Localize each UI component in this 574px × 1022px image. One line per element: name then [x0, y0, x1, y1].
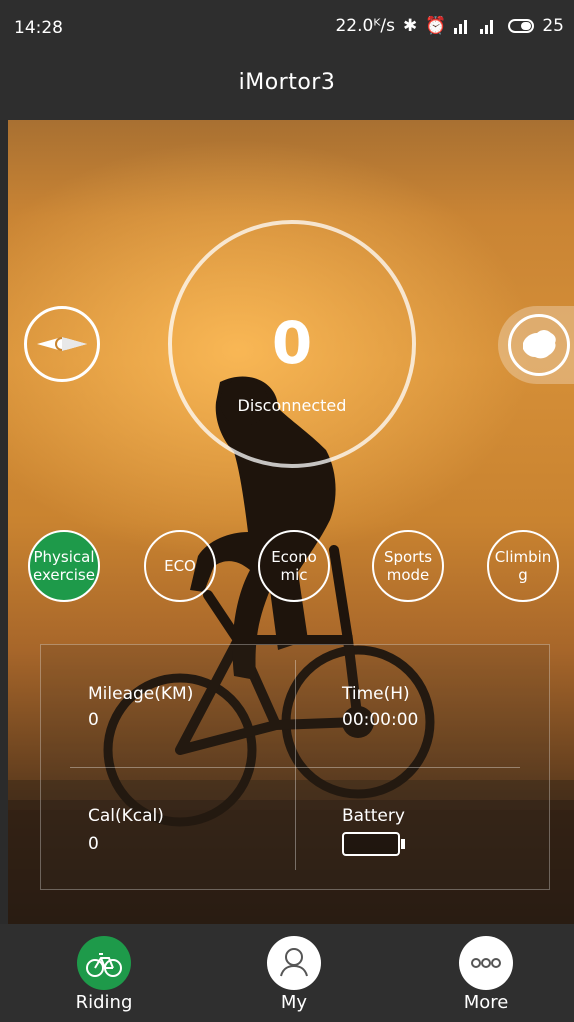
- compass-icon: [37, 337, 87, 351]
- mode-eco[interactable]: ECO: [144, 530, 216, 602]
- nav-riding[interactable]: Riding: [44, 924, 164, 1022]
- mode-label: Physical exercise: [33, 548, 95, 584]
- china-map-icon: [523, 330, 556, 359]
- mileage-label: Mileage(KM): [88, 684, 194, 704]
- mode-label: Climbin g: [494, 548, 552, 584]
- nav-my[interactable]: My: [234, 924, 354, 1022]
- compass-button[interactable]: [24, 306, 100, 382]
- network-speed: 22.0ᴷ/s: [335, 16, 395, 36]
- nav-more[interactable]: More: [426, 924, 546, 1022]
- speed-value: 0: [271, 309, 313, 377]
- person-icon: [267, 936, 321, 990]
- bottom-nav: Riding My More: [0, 924, 574, 1022]
- bluetooth-icon: ✱: [402, 16, 418, 36]
- calories-value: 0: [88, 834, 99, 854]
- battery-gauge-icon: [342, 832, 405, 856]
- map-button[interactable]: [508, 314, 570, 376]
- nav-label: My: [280, 992, 308, 1013]
- mode-climbing[interactable]: Climbin g: [487, 530, 559, 602]
- mode-economic[interactable]: Econo mic: [258, 530, 330, 602]
- status-bar: 14:28 22.0ᴷ/s ✱ ⏰ 25: [0, 0, 574, 56]
- time-value: 00:00:00: [342, 710, 419, 730]
- mode-label: ECO: [164, 557, 196, 575]
- title-bar: iMortor3: [0, 56, 574, 120]
- app-screen: 14:28 22.0ᴷ/s ✱ ⏰ 25 iMortor3 0 Disconne…: [0, 0, 574, 1022]
- status-indicators: 22.0ᴷ/s ✱ ⏰ 25: [335, 16, 564, 36]
- calories-label: Cal(Kcal): [88, 806, 164, 826]
- mileage-value: 0: [88, 710, 99, 730]
- signal-icon: [454, 20, 494, 34]
- stats-divider: [295, 660, 296, 870]
- battery-label: Battery: [342, 806, 405, 826]
- mode-sports[interactable]: Sports mode: [372, 530, 444, 602]
- battery-level: 25: [542, 16, 564, 36]
- battery-status-icon: [508, 19, 535, 33]
- status-time: 14:28: [14, 18, 63, 38]
- mode-label: Econo mic: [271, 548, 317, 584]
- time-label: Time(H): [342, 684, 410, 704]
- connection-status: Disconnected: [237, 396, 347, 415]
- nav-label: Riding: [75, 992, 133, 1013]
- alarm-icon: ⏰: [425, 16, 447, 36]
- app-title: iMortor3: [238, 70, 336, 95]
- nav-label: More: [463, 992, 509, 1013]
- mode-physical-exercise[interactable]: Physical exercise: [28, 530, 100, 602]
- more-dots-icon: [459, 936, 513, 990]
- mode-label: Sports mode: [383, 548, 433, 584]
- bicycle-icon: [77, 936, 131, 990]
